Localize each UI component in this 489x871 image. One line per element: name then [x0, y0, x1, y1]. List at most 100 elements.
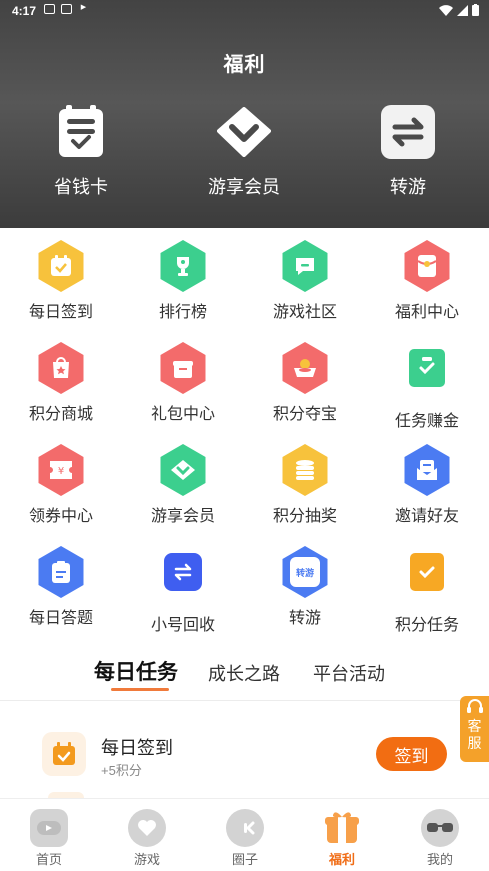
grid-label: 每日签到 [28, 304, 93, 321]
tab-platform-events[interactable]: 平台活动 [313, 660, 385, 686]
quiz-clipboard-icon [36, 546, 86, 598]
chat-icon [280, 240, 330, 292]
coupon-icon: ¥ [36, 444, 86, 496]
grid-item-vip-member[interactable]: 游享会员 [122, 444, 244, 526]
divider [0, 700, 489, 701]
transfer-game-icon: 转游 [280, 546, 330, 598]
signal-icon [457, 4, 468, 16]
task-clipboard-icon [402, 349, 452, 401]
grid-label: 游享会员 [150, 508, 215, 525]
savings-card-icon [54, 105, 108, 159]
trophy-icon [158, 240, 208, 292]
grid-item-account-recycle[interactable]: 小号回收 [122, 546, 244, 635]
grid-item-task-earn[interactable]: 任务赚金 [366, 342, 488, 431]
nav-label: 首页 [35, 852, 62, 867]
grid-item-daily-quiz[interactable]: 每日答题 [0, 546, 122, 628]
daily-checkin-icon [36, 240, 86, 292]
profile-icon [421, 809, 459, 847]
community-icon [226, 809, 264, 847]
headset-icon [466, 699, 483, 713]
mail-icon [61, 4, 72, 14]
nav-home[interactable]: 首页 [0, 809, 98, 868]
grid-label: 礼包中心 [150, 406, 215, 423]
grid-label: 积分任务 [394, 617, 459, 634]
vip-diamond-icon [158, 444, 208, 496]
active-tab-indicator [111, 688, 169, 691]
treasure-icon [280, 342, 330, 394]
nav-label: 我的 [426, 852, 453, 867]
status-time: 4:17 [12, 4, 37, 18]
task-row-daily-checkin: 每日签到 +5积分 签到 [0, 720, 489, 790]
nav-label: 游戏 [133, 852, 160, 867]
nav-label: 圈子 [231, 852, 258, 867]
svg-text:¥: ¥ [58, 466, 64, 477]
system-icons [439, 4, 479, 16]
shortcut-transfer[interactable]: 转游 [348, 105, 468, 199]
wifi-icon [439, 4, 453, 16]
service-label-2: 服 [467, 735, 482, 751]
grid-item-points-mall[interactable]: 积分商城 [0, 342, 122, 424]
page-title: 福利 [223, 54, 266, 76]
grid-label: 转游 [288, 610, 321, 627]
checkin-calendar-icon [42, 732, 86, 776]
coin-stack-icon [280, 444, 330, 496]
grid-label: 每日答题 [28, 610, 93, 627]
header: 4:17 ▶ 福利 省钱卡 游享会员 转游 [0, 0, 489, 228]
grid-label: 排行榜 [158, 304, 207, 321]
bottom-nav: 首页 游戏 圈子 福利 我的 [0, 798, 489, 871]
shortcut-label: 游享会员 [208, 177, 280, 197]
grid-label: 任务赚金 [394, 413, 459, 430]
gift-icon [323, 809, 361, 847]
notification-icons: ▶ [44, 4, 89, 14]
shortcut-savings-card[interactable]: 省钱卡 [21, 105, 141, 199]
shortcut-label: 省钱卡 [54, 177, 108, 197]
points-task-icon [402, 553, 452, 605]
vip-diamond-icon [217, 105, 271, 159]
grid-item-welfare-center[interactable]: 福利中心 [366, 240, 488, 322]
grid-item-points-task[interactable]: 积分任务 [366, 546, 488, 635]
task-tabs: 每日任务 成长之路 平台活动 [0, 650, 489, 700]
grid-label: 领券中心 [28, 508, 93, 525]
task-title: 每日签到 [101, 738, 173, 758]
grid-item-game-community[interactable]: 游戏社区 [244, 240, 366, 322]
customer-service-button[interactable]: 客 服 [460, 696, 489, 762]
grid-label: 福利中心 [394, 304, 459, 321]
grid-item-points-lottery[interactable]: 积分抽奖 [244, 444, 366, 526]
invite-envelope-icon [402, 444, 452, 496]
grid-item-transfer-game[interactable]: 转游 转游 [244, 546, 366, 628]
grid-label: 积分抽奖 [272, 508, 337, 525]
nav-profile[interactable]: 我的 [391, 809, 489, 868]
service-label-1: 客 [467, 718, 482, 734]
checkin-button[interactable]: 签到 [376, 737, 447, 771]
grid-item-ranking[interactable]: 排行榜 [122, 240, 244, 322]
play-icon: ▶ [80, 4, 87, 11]
nav-community[interactable]: 圈子 [196, 809, 294, 868]
grid-label: 积分商城 [28, 406, 93, 423]
nav-games[interactable]: 游戏 [98, 809, 196, 868]
transfer-icon [381, 105, 435, 159]
status-bar: 4:17 ▶ [0, 0, 489, 22]
notification-a-icon [44, 4, 55, 14]
nav-welfare[interactable]: 福利 [293, 809, 391, 868]
grid-label: 邀请好友 [394, 508, 459, 525]
shortcut-vip[interactable]: 游享会员 [184, 105, 304, 199]
battery-icon [472, 4, 479, 16]
tab-growth-path[interactable]: 成长之路 [208, 660, 280, 686]
grid-item-daily-checkin[interactable]: 每日签到 [0, 240, 122, 322]
gift-box-icon [158, 342, 208, 394]
grid-item-points-treasure[interactable]: 积分夺宝 [244, 342, 366, 424]
game-heart-icon [128, 809, 166, 847]
grid-label: 游戏社区 [272, 304, 337, 321]
home-icon [30, 809, 68, 847]
recycle-icon [158, 553, 208, 605]
task-reward: +5积分 [101, 763, 142, 778]
grid-item-invite-friends[interactable]: 邀请好友 [366, 444, 488, 526]
shortcut-label: 转游 [390, 177, 426, 197]
tab-daily-tasks[interactable]: 每日任务 [94, 656, 178, 686]
red-envelope-icon [402, 240, 452, 292]
grid-label: 积分夺宝 [272, 406, 337, 423]
grid-item-coupon-center[interactable]: ¥ 领券中心 [0, 444, 122, 526]
nav-label: 福利 [328, 852, 355, 867]
grid-item-gift-center[interactable]: 礼包中心 [122, 342, 244, 424]
grid-label: 小号回收 [150, 617, 215, 634]
